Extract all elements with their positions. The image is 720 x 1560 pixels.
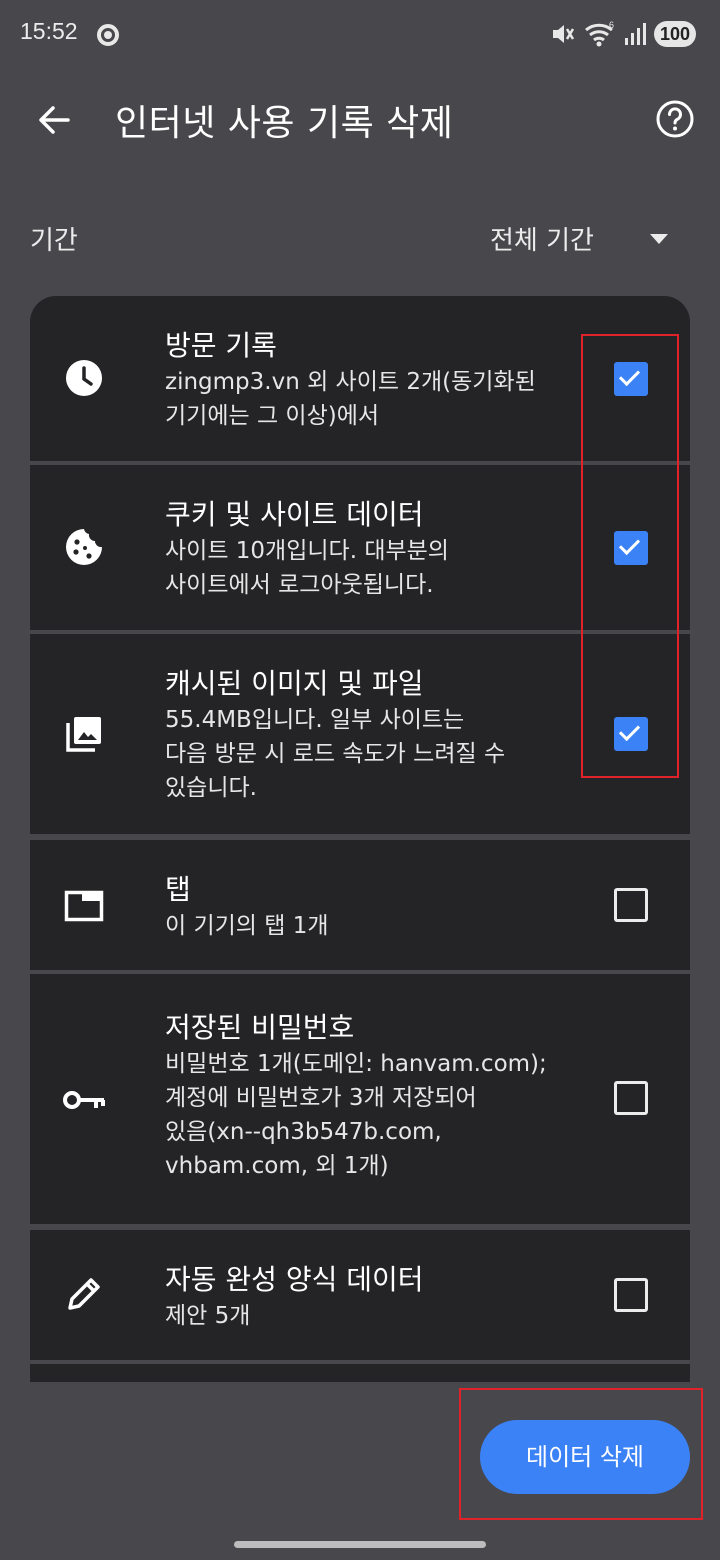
clock-icon — [62, 356, 106, 400]
item-description: 55.4MB입니다. 일부 사이트는 다음 방문 시 로드 속도가 느려질 수 … — [165, 707, 506, 801]
cookie-icon — [62, 525, 106, 569]
svg-text:6: 6 — [609, 21, 614, 30]
item-title: 방문 기록 — [165, 329, 277, 362]
chrome-icon — [97, 24, 119, 46]
item-description: 제안 5개 — [165, 1303, 251, 1329]
wifi-icon: 6 — [585, 21, 614, 47]
app-bar: 인터넷 사용 기록 삭제 — [0, 70, 720, 166]
list-item-passwords[interactable]: 저장된 비밀번호 비밀번호 1개(도메인: hanvam.com); 계정에 비… — [30, 974, 690, 1224]
list-item-autofill[interactable]: 자동 완성 양식 데이터 제안 5개 — [30, 1230, 690, 1360]
item-description: zingmp3.vn 외 사이트 2개(동기화된 기기에는 그 이상)에서 — [165, 369, 536, 429]
signal-icon — [625, 23, 646, 45]
gesture-navigation-bar[interactable] — [234, 1541, 486, 1548]
item-title: 저장된 비밀번호 — [165, 1011, 355, 1044]
help-circle-icon — [656, 100, 694, 138]
item-description: 이 기기의 탭 1개 — [165, 913, 329, 939]
annotation-box-checkboxes — [581, 334, 679, 778]
tab-icon — [62, 884, 106, 928]
help-button[interactable] — [650, 94, 700, 144]
key-icon — [62, 1078, 106, 1122]
passwords-checkbox[interactable] — [614, 1081, 648, 1115]
autofill-checkbox[interactable] — [614, 1278, 648, 1312]
item-title: 탭 — [165, 873, 191, 906]
period-row: 기간 전체 기간 — [0, 200, 720, 272]
item-description: 비밀번호 1개(도메인: hanvam.com); 계정에 비밀번호가 3개 저… — [165, 1051, 547, 1179]
status-bar: 15:52 6 100 — [0, 0, 720, 68]
pencil-icon — [62, 1272, 106, 1316]
mute-icon — [553, 25, 575, 43]
back-button[interactable] — [26, 92, 82, 148]
item-title: 캐시된 이미지 및 파일 — [165, 667, 424, 700]
item-title: 쿠키 및 사이트 데이터 — [165, 498, 424, 531]
dropdown-arrow-icon — [650, 234, 668, 244]
list-item-tabs[interactable]: 탭 이 기기의 탭 1개 — [30, 840, 690, 970]
clear-data-button[interactable]: 데이터 삭제 — [480, 1420, 690, 1494]
tabs-checkbox[interactable] — [614, 888, 648, 922]
status-icons: 6 100 — [550, 18, 696, 50]
page-title: 인터넷 사용 기록 삭제 — [115, 103, 454, 144]
image-stack-icon — [62, 712, 106, 756]
status-time: 15:52 — [20, 18, 78, 44]
clear-browsing-data-screen: 15:52 6 100 인터넷 사용 기록 삭제 기간 전체 기간 방문 기록 … — [0, 0, 720, 1560]
period-label: 기간 — [30, 226, 78, 256]
arrow-left-icon — [39, 106, 70, 134]
period-selected-value: 전체 기간 — [490, 226, 594, 256]
item-description: 사이트 10개입니다. 대부분의 사이트에서 로그아웃됩니다. — [165, 538, 449, 598]
item-title: 자동 완성 양식 데이터 — [165, 1263, 424, 1296]
list-item-partial[interactable] — [30, 1364, 690, 1382]
period-dropdown[interactable]: 전체 기간 — [480, 208, 690, 268]
battery-indicator: 100 — [654, 21, 696, 47]
